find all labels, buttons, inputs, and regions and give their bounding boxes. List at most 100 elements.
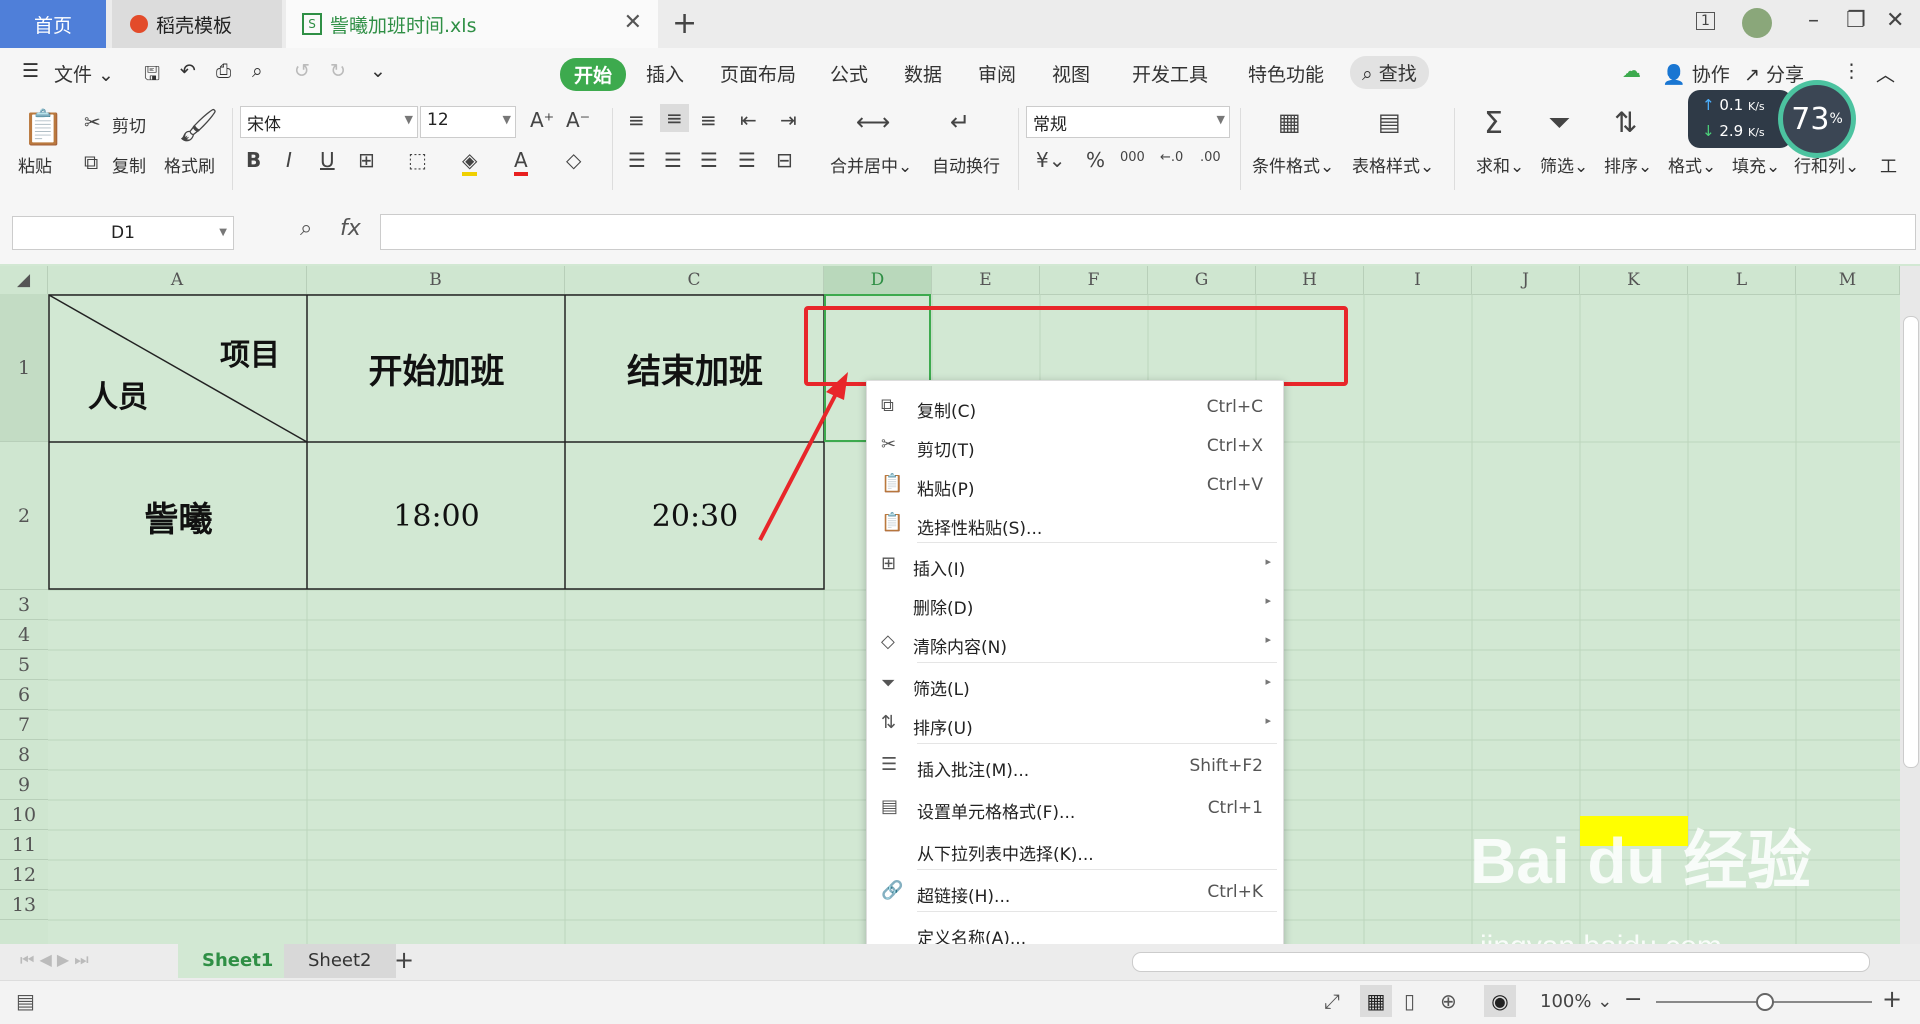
ctx-sort[interactable]: ⇅ 排序(U) ▸ bbox=[867, 706, 1283, 742]
macro-icon[interactable]: ▤ bbox=[16, 989, 35, 1013]
cloud-sync-icon[interactable]: ☁ bbox=[1622, 60, 1641, 82]
formula-input[interactable] bbox=[380, 214, 1916, 250]
distribute-icon[interactable]: ⊟ bbox=[776, 148, 793, 172]
eraser-icon[interactable]: ◇ bbox=[566, 148, 581, 172]
vertical-scrollbar[interactable] bbox=[1900, 266, 1920, 944]
cell-b1[interactable]: 开始加班 bbox=[308, 295, 565, 442]
underline-icon[interactable]: U bbox=[320, 148, 335, 172]
row-header-13[interactable]: 13 bbox=[0, 890, 48, 920]
ctx-hyperlink[interactable]: 🔗 超链接(H)... Ctrl+K bbox=[867, 874, 1283, 910]
menu-start[interactable]: 开始 bbox=[560, 58, 627, 91]
align-left-icon[interactable]: ☰ bbox=[628, 148, 646, 172]
network-speed-widget[interactable]: ↑ 0.1 K/s ↓ 2.9 K/s 73% bbox=[1688, 80, 1858, 160]
avatar[interactable] bbox=[1742, 8, 1772, 38]
new-tab-button[interactable]: + bbox=[672, 6, 697, 41]
wrap-text-button[interactable]: 自动换行 bbox=[932, 152, 1000, 177]
close-icon[interactable]: ✕ bbox=[624, 10, 642, 35]
column-header-a[interactable]: A bbox=[48, 266, 307, 294]
filter-button[interactable]: 筛选⌄ bbox=[1540, 152, 1588, 177]
zoom-lens-icon[interactable]: ⌕ bbox=[300, 216, 312, 241]
ctx-paste[interactable]: 📋 粘贴(P) Ctrl+V bbox=[867, 467, 1283, 503]
fullscreen-icon[interactable]: ⤢ bbox=[1324, 989, 1340, 1013]
column-header-k[interactable]: K bbox=[1580, 266, 1688, 294]
add-sheet-icon[interactable]: + bbox=[394, 946, 414, 974]
menu-view[interactable]: 视图 bbox=[1052, 60, 1090, 87]
row-header-3[interactable]: 3 bbox=[0, 590, 48, 620]
minimize-icon[interactable]: – bbox=[1808, 8, 1819, 33]
thousands-icon[interactable]: 000 bbox=[1120, 150, 1145, 165]
percent-icon[interactable]: % bbox=[1086, 148, 1105, 172]
align-top-icon[interactable]: ≡ bbox=[628, 108, 645, 132]
sheet-nav-arrows[interactable]: ⏮ ◀ ▶ ⏭ bbox=[20, 950, 89, 970]
zoom-out-icon[interactable]: − bbox=[1624, 987, 1642, 1012]
more-icon[interactable]: ⋮ bbox=[1842, 60, 1861, 82]
conditional-format-button[interactable]: 条件格式⌄ bbox=[1252, 152, 1334, 177]
save-icon[interactable]: 🖫 bbox=[144, 60, 160, 92]
ctx-insert-comment[interactable]: ☰ 插入批注(M)... Shift+F2 bbox=[867, 748, 1283, 784]
normal-view-icon[interactable]: ▦ bbox=[1360, 985, 1392, 1017]
menu-file[interactable]: 文件 ⌄ bbox=[54, 60, 114, 87]
column-header-h[interactable]: H bbox=[1256, 266, 1364, 294]
sheet-tab-2[interactable]: Sheet2 bbox=[284, 944, 396, 978]
column-header-i[interactable]: I bbox=[1364, 266, 1472, 294]
collapse-ribbon-icon[interactable]: ︿ bbox=[1876, 60, 1895, 87]
column-header-f[interactable]: F bbox=[1040, 266, 1148, 294]
row-header-5[interactable]: 5 bbox=[0, 650, 48, 680]
zoom-in-icon[interactable]: + bbox=[1882, 985, 1902, 1013]
name-box[interactable]: D1 ▼ bbox=[12, 216, 234, 250]
border-icon[interactable]: ⊞ bbox=[358, 148, 375, 172]
column-header-c[interactable]: C bbox=[565, 266, 824, 294]
restore-icon[interactable]: ❐ bbox=[1846, 8, 1866, 33]
decimal-increase-icon[interactable]: ←.0 bbox=[1160, 150, 1183, 165]
row-header-7[interactable]: 7 bbox=[0, 710, 48, 740]
ctx-insert[interactable]: ⊞ 插入(I) ▸ bbox=[867, 547, 1283, 583]
indent-decrease-icon[interactable]: ⇤ bbox=[740, 108, 757, 132]
row-header-12[interactable]: 12 bbox=[0, 860, 48, 890]
hamburger-icon[interactable]: ☰ bbox=[22, 60, 39, 82]
italic-icon[interactable]: I bbox=[286, 148, 292, 172]
menu-formula[interactable]: 公式 bbox=[830, 60, 868, 87]
sum-button[interactable]: 求和⌄ bbox=[1476, 152, 1524, 177]
scroll-thumb[interactable] bbox=[1903, 316, 1919, 768]
column-header-g[interactable]: G bbox=[1148, 266, 1256, 294]
row-header-6[interactable]: 6 bbox=[0, 680, 48, 710]
align-center-icon[interactable]: ☰ bbox=[664, 148, 682, 172]
zoom-slider-handle[interactable] bbox=[1756, 993, 1774, 1011]
format-painter-button[interactable]: 格式刷 bbox=[164, 152, 215, 177]
row-header-1[interactable]: 1 bbox=[0, 294, 48, 442]
close-window-icon[interactable]: ✕ bbox=[1886, 8, 1904, 33]
row-header-11[interactable]: 11 bbox=[0, 830, 48, 860]
column-header-l[interactable]: L bbox=[1688, 266, 1796, 294]
page-break-icon[interactable]: ⊕ bbox=[1440, 989, 1457, 1013]
cell-a1-header-top[interactable]: 项目 bbox=[220, 330, 280, 374]
font-family-select[interactable]: 宋体 ▼ bbox=[240, 106, 418, 138]
align-middle-icon[interactable]: ≡ bbox=[660, 104, 689, 132]
column-header-m[interactable]: M bbox=[1796, 266, 1900, 294]
cell-b2[interactable]: 18:00 bbox=[308, 443, 565, 590]
eye-protection-icon[interactable]: ◉ bbox=[1484, 985, 1516, 1017]
tools-button[interactable]: 工 bbox=[1880, 152, 1897, 177]
menu-insert[interactable]: 插入 bbox=[646, 60, 684, 87]
ctx-delete[interactable]: 删除(D) ▸ bbox=[867, 586, 1283, 622]
row-header-4[interactable]: 4 bbox=[0, 620, 48, 650]
menu-developer[interactable]: 开发工具 bbox=[1132, 60, 1208, 87]
ctx-pick-from-list[interactable]: 从下拉列表中选择(K)... bbox=[867, 832, 1283, 868]
row-header-2[interactable]: 2 bbox=[0, 442, 48, 590]
menu-review[interactable]: 审阅 bbox=[978, 60, 1016, 87]
tab-home[interactable]: 首页 bbox=[0, 0, 106, 48]
align-bottom-icon[interactable]: ≡ bbox=[700, 108, 717, 132]
more-dropdown-icon[interactable]: ⌄ bbox=[370, 60, 386, 82]
sheet-tab-1[interactable]: Sheet1 bbox=[178, 944, 298, 978]
number-format-select[interactable]: 常规 ▼ bbox=[1026, 106, 1230, 138]
paste-button[interactable]: 粘贴 bbox=[18, 152, 52, 177]
print-icon[interactable]: ⎙ bbox=[216, 60, 231, 82]
search-button[interactable]: ⌕ 查找 bbox=[1350, 56, 1429, 89]
redo-arrow-icon[interactable]: ↻ bbox=[330, 60, 346, 82]
preview-icon[interactable]: ⌕ bbox=[252, 60, 263, 82]
function-button[interactable]: fx bbox=[340, 216, 361, 241]
ctx-paste-special[interactable]: 📋 选择性粘贴(S)... bbox=[867, 506, 1283, 542]
cut-button[interactable]: 剪切 bbox=[112, 112, 146, 137]
merge-center-button[interactable]: 合并居中⌄ bbox=[830, 152, 912, 177]
menu-features[interactable]: 特色功能 bbox=[1248, 60, 1324, 87]
justify-icon[interactable]: ☰ bbox=[738, 148, 756, 172]
